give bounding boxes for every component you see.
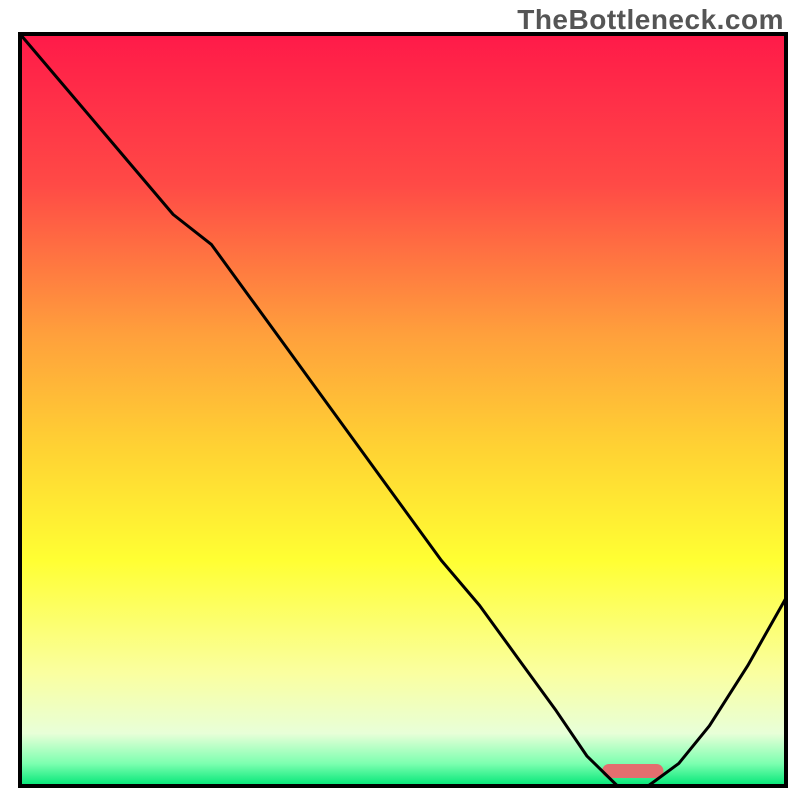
chart-background [20,34,786,786]
chart-svg [0,0,800,800]
watermark-label: TheBottleneck.com [517,4,784,36]
optimum-marker [602,764,663,778]
chart-frame: TheBottleneck.com [0,0,800,800]
